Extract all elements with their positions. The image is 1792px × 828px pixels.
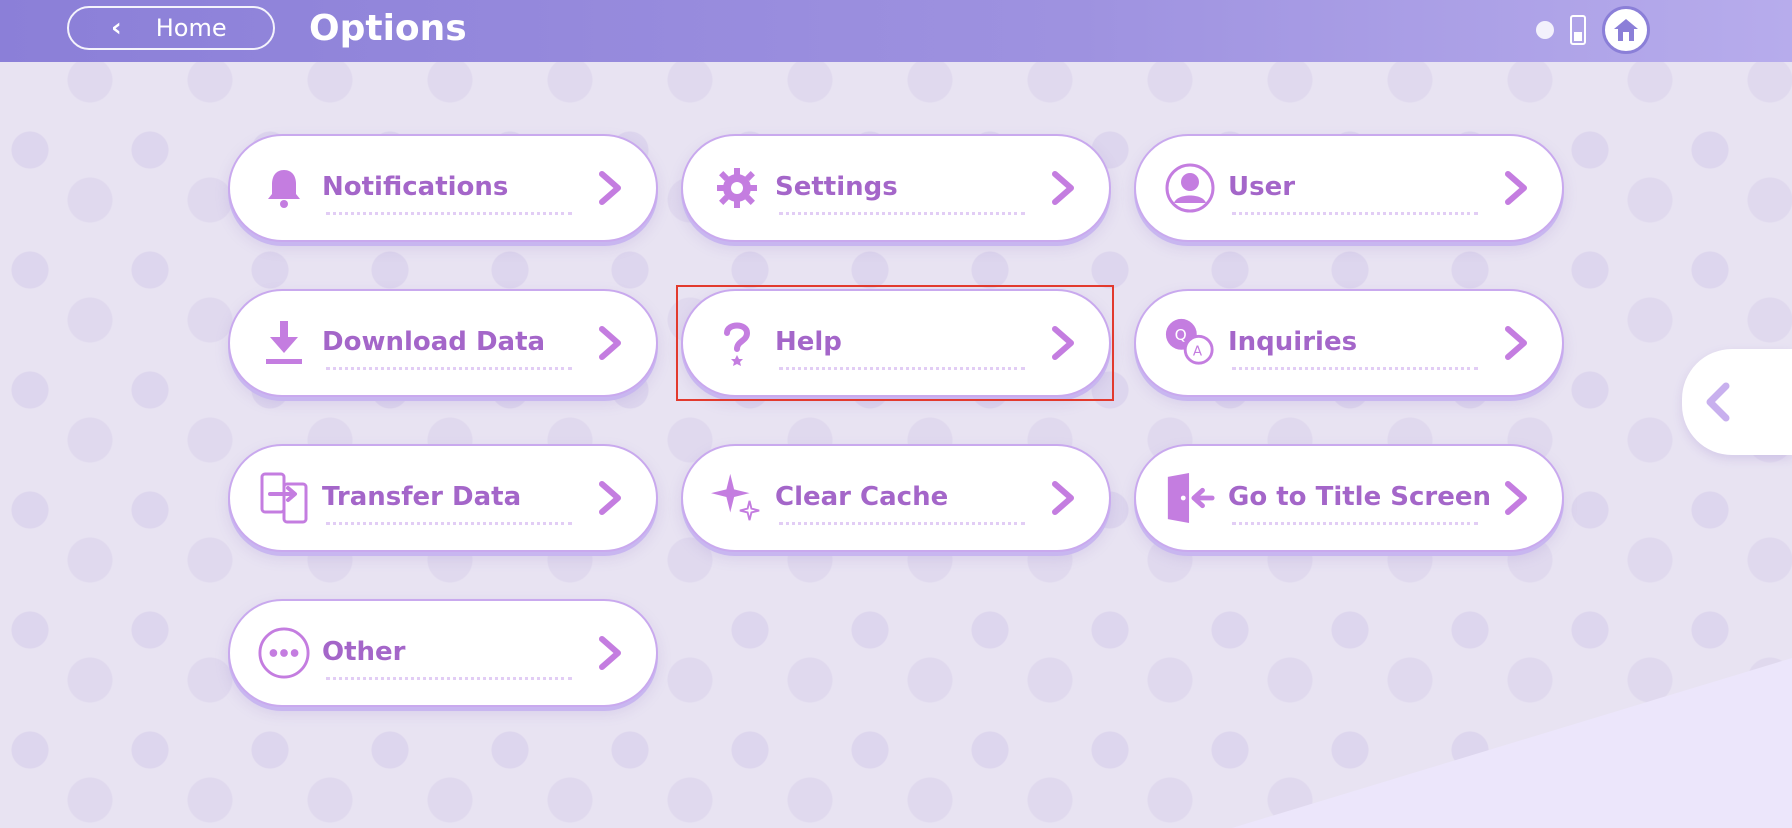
menu-user[interactable]: User: [1134, 134, 1564, 242]
transfer-icon: [258, 472, 310, 524]
menu-label: Inquiries: [1228, 327, 1358, 357]
chevron-right-icon: [590, 627, 630, 679]
menu-transfer-data[interactable]: Transfer Data: [228, 444, 658, 552]
side-panel-tab[interactable]: [1682, 349, 1792, 455]
user-icon: [1164, 162, 1216, 214]
chevron-right-icon: [1043, 472, 1083, 524]
chevron-right-icon: [1496, 162, 1536, 214]
chevron-right-icon: [1496, 472, 1536, 524]
dotted-divider: [779, 367, 1025, 370]
chevron-right-icon: [1043, 317, 1083, 369]
sparkle-icon: [711, 472, 763, 524]
svg-text:Q: Q: [1175, 326, 1187, 344]
menu-other[interactable]: Other: [228, 599, 658, 707]
menu-inquiries[interactable]: QA Inquiries: [1134, 289, 1564, 397]
dotted-divider: [326, 677, 572, 680]
more-icon: [258, 627, 310, 679]
menu-label: Download Data: [322, 327, 546, 357]
menu-help[interactable]: Help: [681, 289, 1111, 397]
dotted-divider: [1232, 212, 1478, 215]
chevron-right-icon: [1496, 317, 1536, 369]
robot-icon: [1536, 21, 1554, 39]
gear-icon: [711, 162, 763, 214]
svg-text:A: A: [1193, 344, 1203, 360]
home-icon: [1614, 19, 1638, 41]
top-bar: ‹ Home Options: [0, 0, 1792, 62]
menu-label: Help: [775, 327, 842, 357]
menu-label: Notifications: [322, 172, 509, 202]
menu-notifications[interactable]: Notifications: [228, 134, 658, 242]
chevron-left-icon: ‹: [111, 13, 122, 43]
dotted-divider: [1232, 522, 1478, 525]
home-back-button[interactable]: ‹ Home: [67, 6, 275, 50]
menu-label: User: [1228, 172, 1296, 202]
dotted-divider: [1232, 367, 1478, 370]
chevron-right-icon: [590, 162, 630, 214]
menu-clear-cache[interactable]: Clear Cache: [681, 444, 1111, 552]
chevron-right-icon: [590, 472, 630, 524]
dotted-divider: [779, 522, 1025, 525]
menu-settings[interactable]: Settings: [681, 134, 1111, 242]
menu-label: Settings: [775, 172, 898, 202]
dotted-divider: [779, 212, 1025, 215]
menu-go-to-title-screen[interactable]: Go to Title Screen: [1134, 444, 1564, 552]
dotted-divider: [326, 212, 572, 215]
exit-door-icon: [1164, 472, 1216, 524]
dotted-divider: [326, 367, 572, 370]
chevron-left-icon: [1706, 382, 1730, 422]
battery-icon: [1570, 15, 1586, 45]
help-icon: [711, 317, 763, 369]
menu-label: Go to Title Screen: [1228, 482, 1492, 512]
menu-label: Clear Cache: [775, 482, 949, 512]
bell-icon: [258, 162, 310, 214]
page-title: Options: [309, 8, 467, 49]
menu-label: Other: [322, 637, 406, 667]
chevron-right-icon: [1043, 162, 1083, 214]
chevron-right-icon: [590, 317, 630, 369]
menu-download-data[interactable]: Download Data: [228, 289, 658, 397]
home-button[interactable]: [1602, 6, 1650, 54]
download-icon: [258, 317, 310, 369]
qa-icon: QA: [1164, 317, 1216, 369]
dotted-divider: [326, 522, 572, 525]
home-back-label: Home: [155, 14, 227, 42]
menu-label: Transfer Data: [322, 482, 522, 512]
